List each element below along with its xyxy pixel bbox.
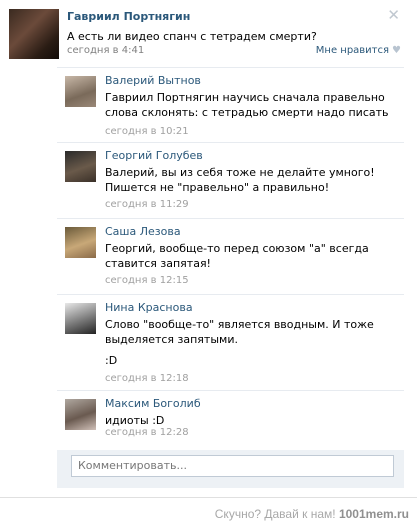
comment-timestamp[interactable]: сегодня в 12:28 (105, 427, 189, 438)
commenter-avatar[interactable] (65, 151, 96, 182)
commenter-name[interactable]: Валерий Вытнов (105, 74, 201, 87)
comment-timestamp[interactable]: сегодня в 10:21 (105, 126, 189, 137)
comment-text: Слово "вообще-то" является вводным. И то… (105, 318, 374, 346)
watermark: Скучно? Давай к нам! 1001mem.ru (215, 507, 409, 521)
post-text: А есть ли видео спанч с тетрадем смерти? (67, 30, 317, 43)
comment-timestamp[interactable]: сегодня в 12:18 (105, 373, 189, 384)
post-author-name[interactable]: Гавриил Портнягин (67, 10, 190, 23)
comment-text-extra: :D (105, 354, 118, 367)
comment-timestamp[interactable]: сегодня в 12:15 (105, 275, 189, 286)
like-button[interactable]: Мне нравится ♥ (316, 45, 401, 56)
comment-item: Георгий Голубев Валерий, вы из себя тоже… (57, 142, 404, 218)
post-timestamp[interactable]: сегодня в 4:41 (67, 45, 144, 56)
comment-text: Валерий, вы из себя тоже не делайте умно… (105, 166, 375, 194)
commenter-avatar[interactable] (65, 227, 96, 258)
footer-divider (0, 497, 417, 498)
watermark-prefix: Скучно? Давай к нам! (214, 507, 336, 521)
commenter-name[interactable]: Нина Краснова (105, 301, 193, 314)
commenter-name[interactable]: Саша Лезова (105, 225, 181, 238)
post-author-avatar[interactable] (9, 9, 59, 59)
commenter-avatar[interactable] (65, 399, 96, 430)
comment-text: идиоты :D (105, 414, 165, 427)
watermark-site: 1001mem.ru (338, 507, 409, 521)
comment-input[interactable]: Комментировать... (71, 455, 394, 477)
comment-item: Максим Боголиб идиоты :D сегодня в 12:28 (57, 390, 404, 441)
commenter-name[interactable]: Максим Боголиб (105, 397, 201, 410)
comment-item: Нина Краснова Слово "вообще-то" является… (57, 294, 404, 390)
heart-icon: ♥ (392, 45, 401, 56)
comment-item: Валерий Вытнов Гавриил Портнягин научись… (57, 67, 404, 142)
comment-item: Саша Лезова Георгий, вообще-то перед сою… (57, 218, 404, 294)
commenter-name[interactable]: Георгий Голубев (105, 149, 203, 162)
comment-timestamp[interactable]: сегодня в 11:29 (105, 199, 189, 210)
like-label: Мне нравится (315, 45, 390, 56)
comment-text: Георгий, вообще-то перед союзом "а" всег… (105, 242, 369, 270)
comment-text: Гавриил Портнягин научись сначала правел… (105, 91, 389, 119)
close-icon[interactable]: ✕ (387, 6, 400, 24)
commenter-avatar[interactable] (65, 76, 96, 107)
commenter-avatar[interactable] (65, 303, 96, 334)
comments-list: Валерий Вытнов Гавриил Портнягин научись… (57, 67, 404, 441)
